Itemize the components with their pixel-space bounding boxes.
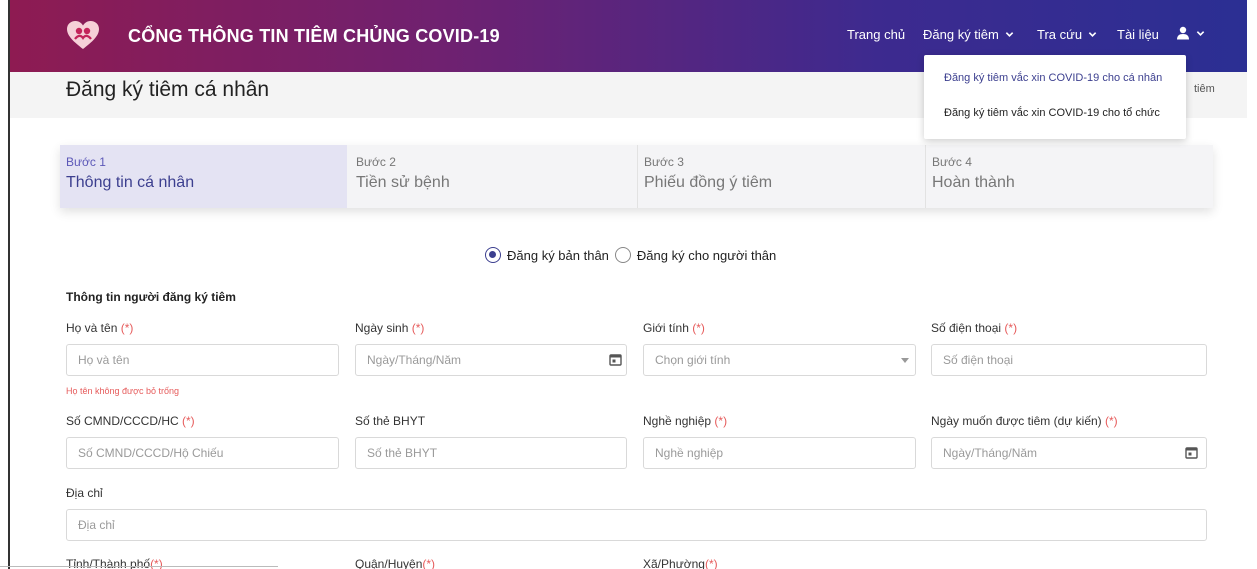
radio-relative[interactable] [614,247,631,263]
id-number-input[interactable] [66,437,339,469]
step-name: Thông tin cá nhân [66,174,195,191]
radio-self-label[interactable]: Đăng ký bản thân [507,248,609,263]
heart-logo-icon[interactable] [66,20,100,50]
chevron-down-icon [1196,30,1205,36]
district-label: Quận/Huyện(*) [355,557,435,569]
caret-down-icon [901,358,909,363]
step-4[interactable]: Bước 4 Hoàn thành [926,145,1213,208]
user-icon [1177,26,1189,40]
insurance-label: Số thẻ BHYT [355,414,425,428]
step-number: Bước 3 [644,155,684,169]
step-number: Bước 4 [932,155,972,169]
chevron-down-icon [1088,32,1097,37]
required-mark: (*) [1004,321,1018,335]
step-1[interactable]: Bước 1 Thông tin cá nhân [60,145,347,208]
address-input[interactable] [66,509,1207,541]
nav-register-label: Đăng ký tiêm [923,27,999,42]
section-title: Thông tin người đăng ký tiêm [66,290,236,304]
full-name-input[interactable] [66,344,339,376]
label-text: Quận/Huyện [355,557,423,569]
breadcrumb[interactable]: tiêm [1194,83,1215,95]
nav-register-dropdown[interactable]: Đăng ký tiêm [923,27,1014,42]
occupation-input[interactable] [643,437,916,469]
required-mark: (*) [411,321,425,335]
label-text: Ngày muốn được tiêm (dự kiến) [931,414,1102,428]
ward-label: Xã/Phường(*) [643,557,718,569]
step-number: Bước 2 [356,155,396,169]
label-text: Số điện thoại [931,321,1002,335]
province-label: Tỉnh/Thành phố(*) [66,557,163,569]
step-name: Phiếu đồng ý tiêm [644,174,773,191]
phone-label: Số điện thoại (*) [931,321,1017,335]
taskbar-edge [0,566,278,567]
chevron-down-icon [1005,32,1014,37]
step-2[interactable]: Bước 2 Tiền sử bệnh [350,145,638,208]
registration-steps: Bước 1 Thông tin cá nhân Bước 2 Tiền sử … [60,145,1213,208]
required-mark: (*) [1105,414,1118,428]
desired-date-label: Ngày muốn được tiêm (dự kiến) (*) [931,414,1118,428]
required-mark: (*) [422,557,436,569]
label-text: Nghề nghiệp [643,414,712,428]
calendar-icon[interactable] [609,353,622,366]
label-text: Số CMND/CCCD/HC [66,414,179,428]
page-title: Đăng ký tiêm cá nhân [66,78,270,101]
nav-home-label: Trang chủ [847,27,906,42]
nav-home[interactable]: Trang chủ [847,27,905,42]
calendar-icon[interactable] [1185,446,1198,459]
label-text: Giới tính [643,321,689,335]
gender-select[interactable]: Chọn giới tính [643,344,916,376]
gender-label: Giới tính (*) [643,321,705,335]
browser-viewport: CỔNG THÔNG TIN TIÊM CHỦNG COVID-19 Trang… [10,0,1247,569]
nav-lookup-label: Tra cứu [1037,27,1083,42]
insurance-input[interactable] [355,437,627,469]
dob-label: Ngày sinh (*) [355,321,424,335]
gender-select-placeholder: Chọn giới tính [655,353,731,367]
step-name: Tiền sử bệnh [356,174,450,191]
nav-docs[interactable]: Tài liệu [1117,27,1159,42]
desired-date-input[interactable] [931,437,1207,469]
required-mark: (*) [692,321,705,335]
menu-item-individual[interactable]: Đăng ký tiêm vắc xin COVID-19 cho cá nhâ… [944,72,1162,84]
step-number: Bước 1 [66,155,106,169]
nav-docs-label: Tài liệu [1117,27,1159,42]
radio-relative-label[interactable]: Đăng ký cho người thân [637,248,776,263]
registration-type-group: Đăng ký bản thân Đăng ký cho người thân [485,247,776,263]
required-mark: (*) [150,557,163,569]
site-title[interactable]: CỔNG THÔNG TIN TIÊM CHỦNG COVID-19 [128,26,500,47]
step-3[interactable]: Bước 3 Phiếu đồng ý tiêm [638,145,926,208]
required-mark: (*) [704,557,718,569]
nav-lookup-dropdown[interactable]: Tra cứu [1037,27,1097,42]
label-text: Ngày sinh [355,321,409,335]
user-menu[interactable] [1176,26,1205,40]
label-text: Xã/Phường [643,557,705,569]
full-name-error: Họ tên không được bỏ trống [66,386,179,396]
required-mark: (*) [120,321,134,335]
label-text: Tỉnh/Thành phố [66,557,151,569]
full-name-label: Họ và tên (*) [66,321,133,335]
address-label: Địa chỉ [66,486,103,500]
label-text: Số thẻ BHYT [355,414,426,428]
occupation-label: Nghề nghiệp (*) [643,414,727,428]
label-text: Họ và tên [66,321,118,335]
step-name: Hoàn thành [932,174,1015,191]
dob-input[interactable] [355,344,627,376]
label-text: Địa chỉ [66,486,103,500]
id-number-label: Số CMND/CCCD/HC (*) [66,414,195,428]
phone-input[interactable] [931,344,1207,376]
required-mark: (*) [182,414,195,428]
radio-self[interactable] [485,247,501,263]
required-mark: (*) [714,414,728,428]
register-dropdown-menu: Đăng ký tiêm vắc xin COVID-19 cho cá nhâ… [924,55,1186,139]
menu-item-organization[interactable]: Đăng ký tiêm vắc xin COVID-19 cho tổ chứ… [944,107,1160,119]
